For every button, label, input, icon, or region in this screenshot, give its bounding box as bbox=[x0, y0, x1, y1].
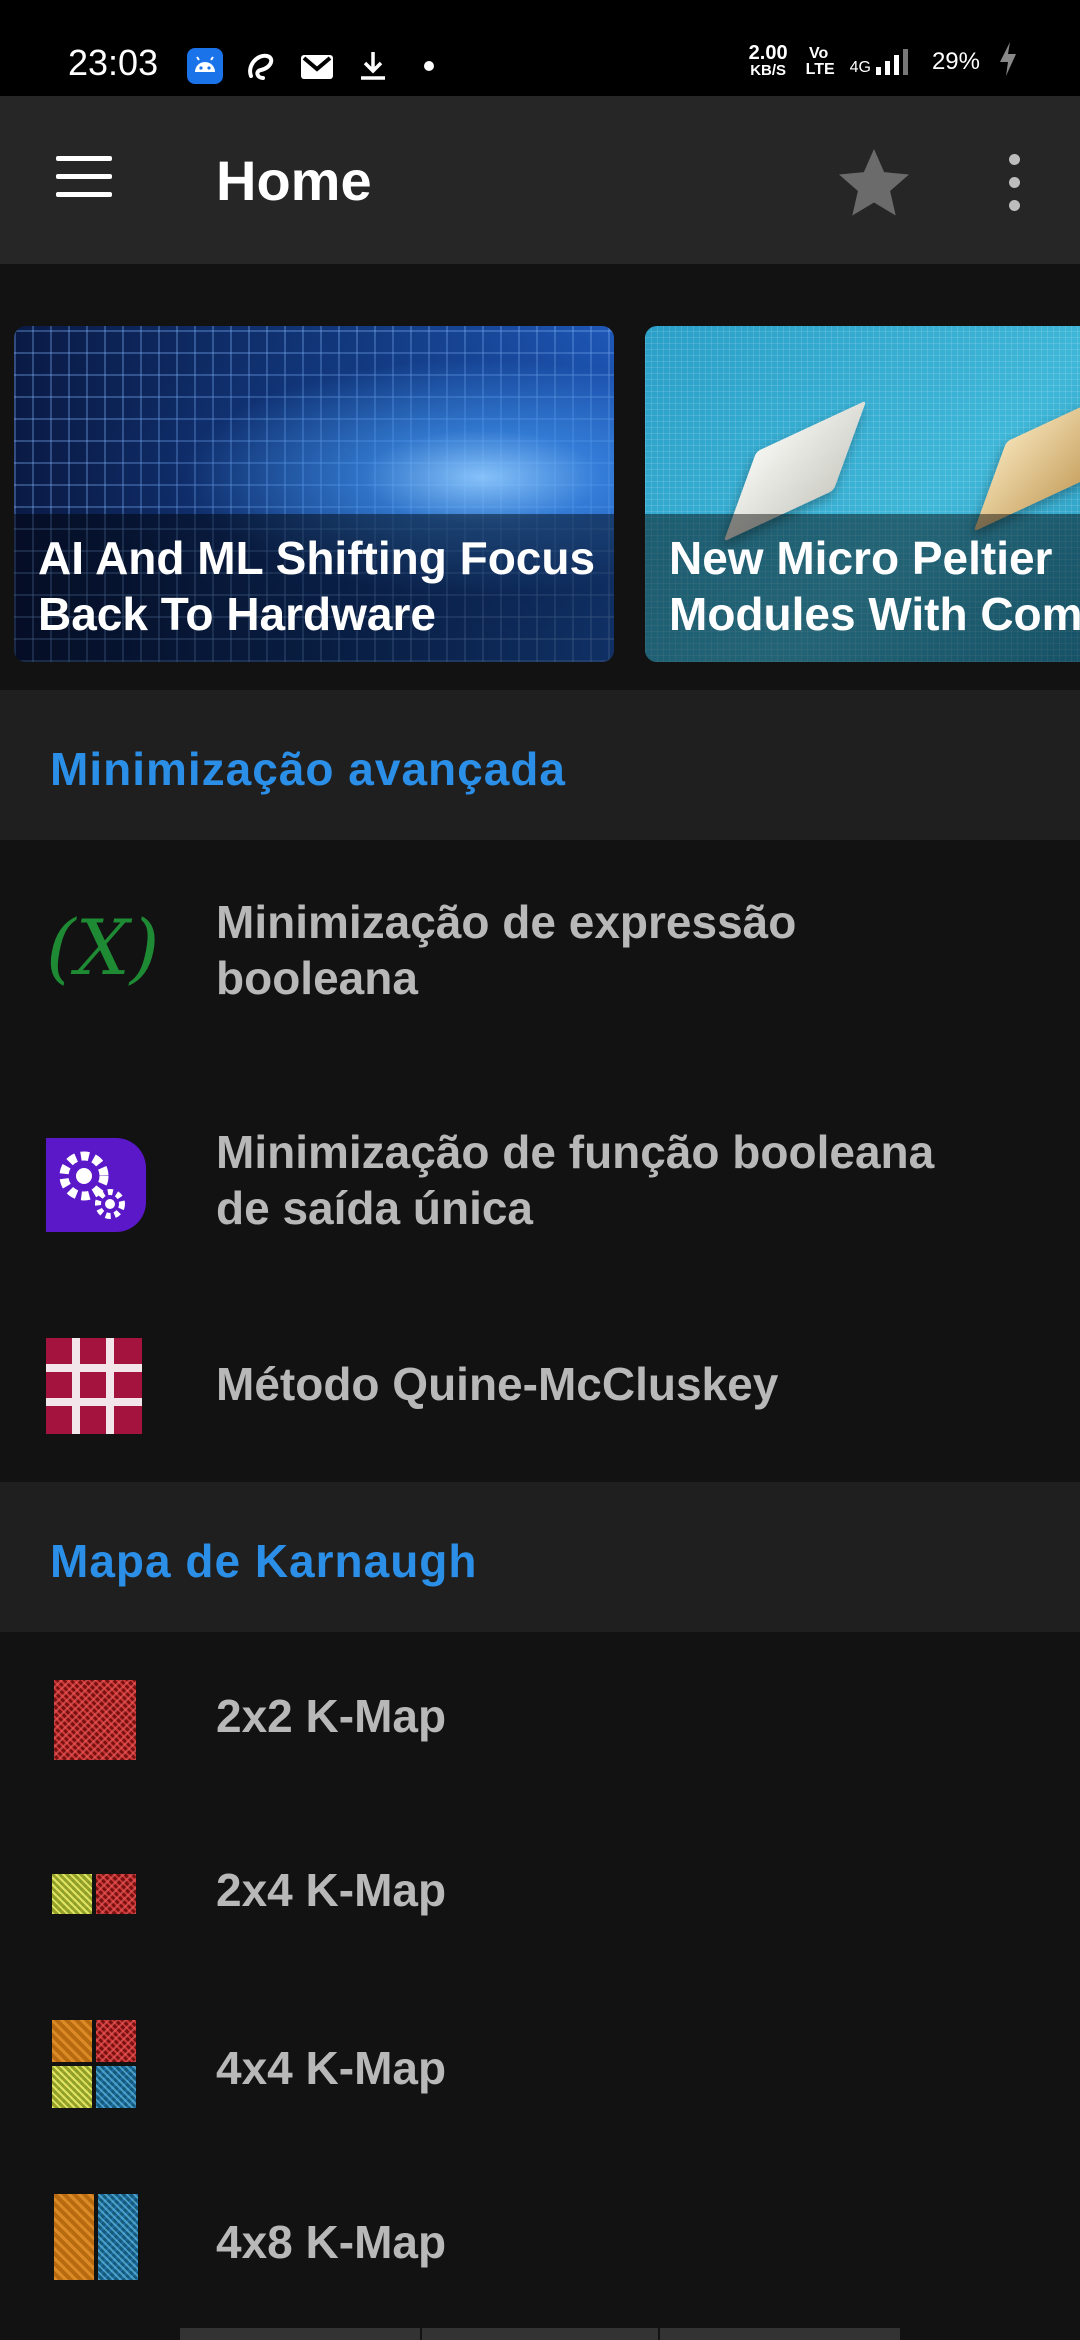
status-bar: 23:03 2.00 KB/S Vo LTE 4G 29% bbox=[0, 0, 1080, 96]
list-item-quine-mccluskey[interactable]: Método Quine-McCluskey bbox=[0, 1320, 1080, 1470]
android-icon bbox=[186, 47, 224, 85]
news-carousel: AI And ML Shifting Focus Back To Hardwar… bbox=[0, 326, 1080, 664]
list-item-boolean-expression[interactable]: (X) Minimização de expressão booleana bbox=[0, 860, 1080, 1040]
list-item-kmap-2x2[interactable]: 2x2 K-Map bbox=[0, 1660, 1080, 1780]
charging-icon bbox=[998, 42, 1018, 82]
news-card-caption: AI And ML Shifting Focus Back To Hardwar… bbox=[38, 532, 596, 640]
signal-icon: 4G bbox=[850, 47, 914, 77]
airtel-icon bbox=[242, 47, 280, 85]
speed-unit: KB/S bbox=[750, 62, 787, 79]
section-header-karnaugh-map: Mapa de Karnaugh bbox=[0, 1482, 1080, 1632]
network-type: 4G bbox=[849, 59, 871, 76]
bottom-nav-hint bbox=[422, 2328, 658, 2340]
kmap-4x8-icon bbox=[46, 2194, 146, 2294]
news-card[interactable]: New Micro Peltier Modules With Com bbox=[645, 326, 1080, 662]
status-right: 2.00 KB/S Vo LTE 4G 29% bbox=[749, 42, 1018, 82]
news-card-caption: New Micro Peltier Modules With Com bbox=[669, 532, 1080, 640]
more-notifications-icon bbox=[410, 47, 448, 85]
volte-indicator: Vo LTE bbox=[805, 45, 835, 78]
news-card[interactable]: AI And ML Shifting Focus Back To Hardwar… bbox=[14, 326, 614, 662]
menu-icon[interactable] bbox=[56, 156, 112, 198]
list-item-single-output-function[interactable]: Minimização de função booleana de saída … bbox=[0, 1090, 1080, 1270]
boolean-expression-icon: (X) bbox=[46, 903, 159, 1004]
kmap-4x4-icon bbox=[46, 2020, 146, 2120]
grid-icon bbox=[46, 1338, 146, 1438]
page-title: Home bbox=[216, 149, 372, 212]
section-header-advanced-minimization: Minimização avançada bbox=[0, 690, 1080, 840]
kmap-2x2-icon bbox=[46, 1680, 146, 1780]
gears-icon bbox=[46, 1138, 146, 1238]
more-options-icon[interactable] bbox=[1002, 154, 1026, 211]
battery-level: 29% bbox=[931, 48, 980, 75]
app-bar: Home bbox=[0, 96, 1080, 264]
download-icon bbox=[354, 47, 392, 85]
kmap-2x4-icon bbox=[46, 1854, 146, 1954]
star-icon[interactable] bbox=[832, 142, 916, 226]
list-item-kmap-4x8[interactable]: 4x8 K-Map bbox=[0, 2180, 1080, 2300]
bottom-nav-hint bbox=[660, 2328, 900, 2340]
list-item-kmap-4x4[interactable]: 4x4 K-Map bbox=[0, 2006, 1080, 2126]
network-speed: 2.00 KB/S bbox=[748, 42, 788, 80]
list-item-kmap-2x4[interactable]: 2x4 K-Map bbox=[0, 1834, 1080, 1954]
status-time: 23:03 bbox=[68, 42, 159, 83]
notification-icons bbox=[186, 46, 448, 86]
svg-text:(X): (X) bbox=[46, 904, 156, 992]
bottom-nav-hint bbox=[180, 2328, 420, 2340]
gmail-icon bbox=[298, 47, 336, 85]
speed-value: 2.00 bbox=[748, 42, 788, 64]
